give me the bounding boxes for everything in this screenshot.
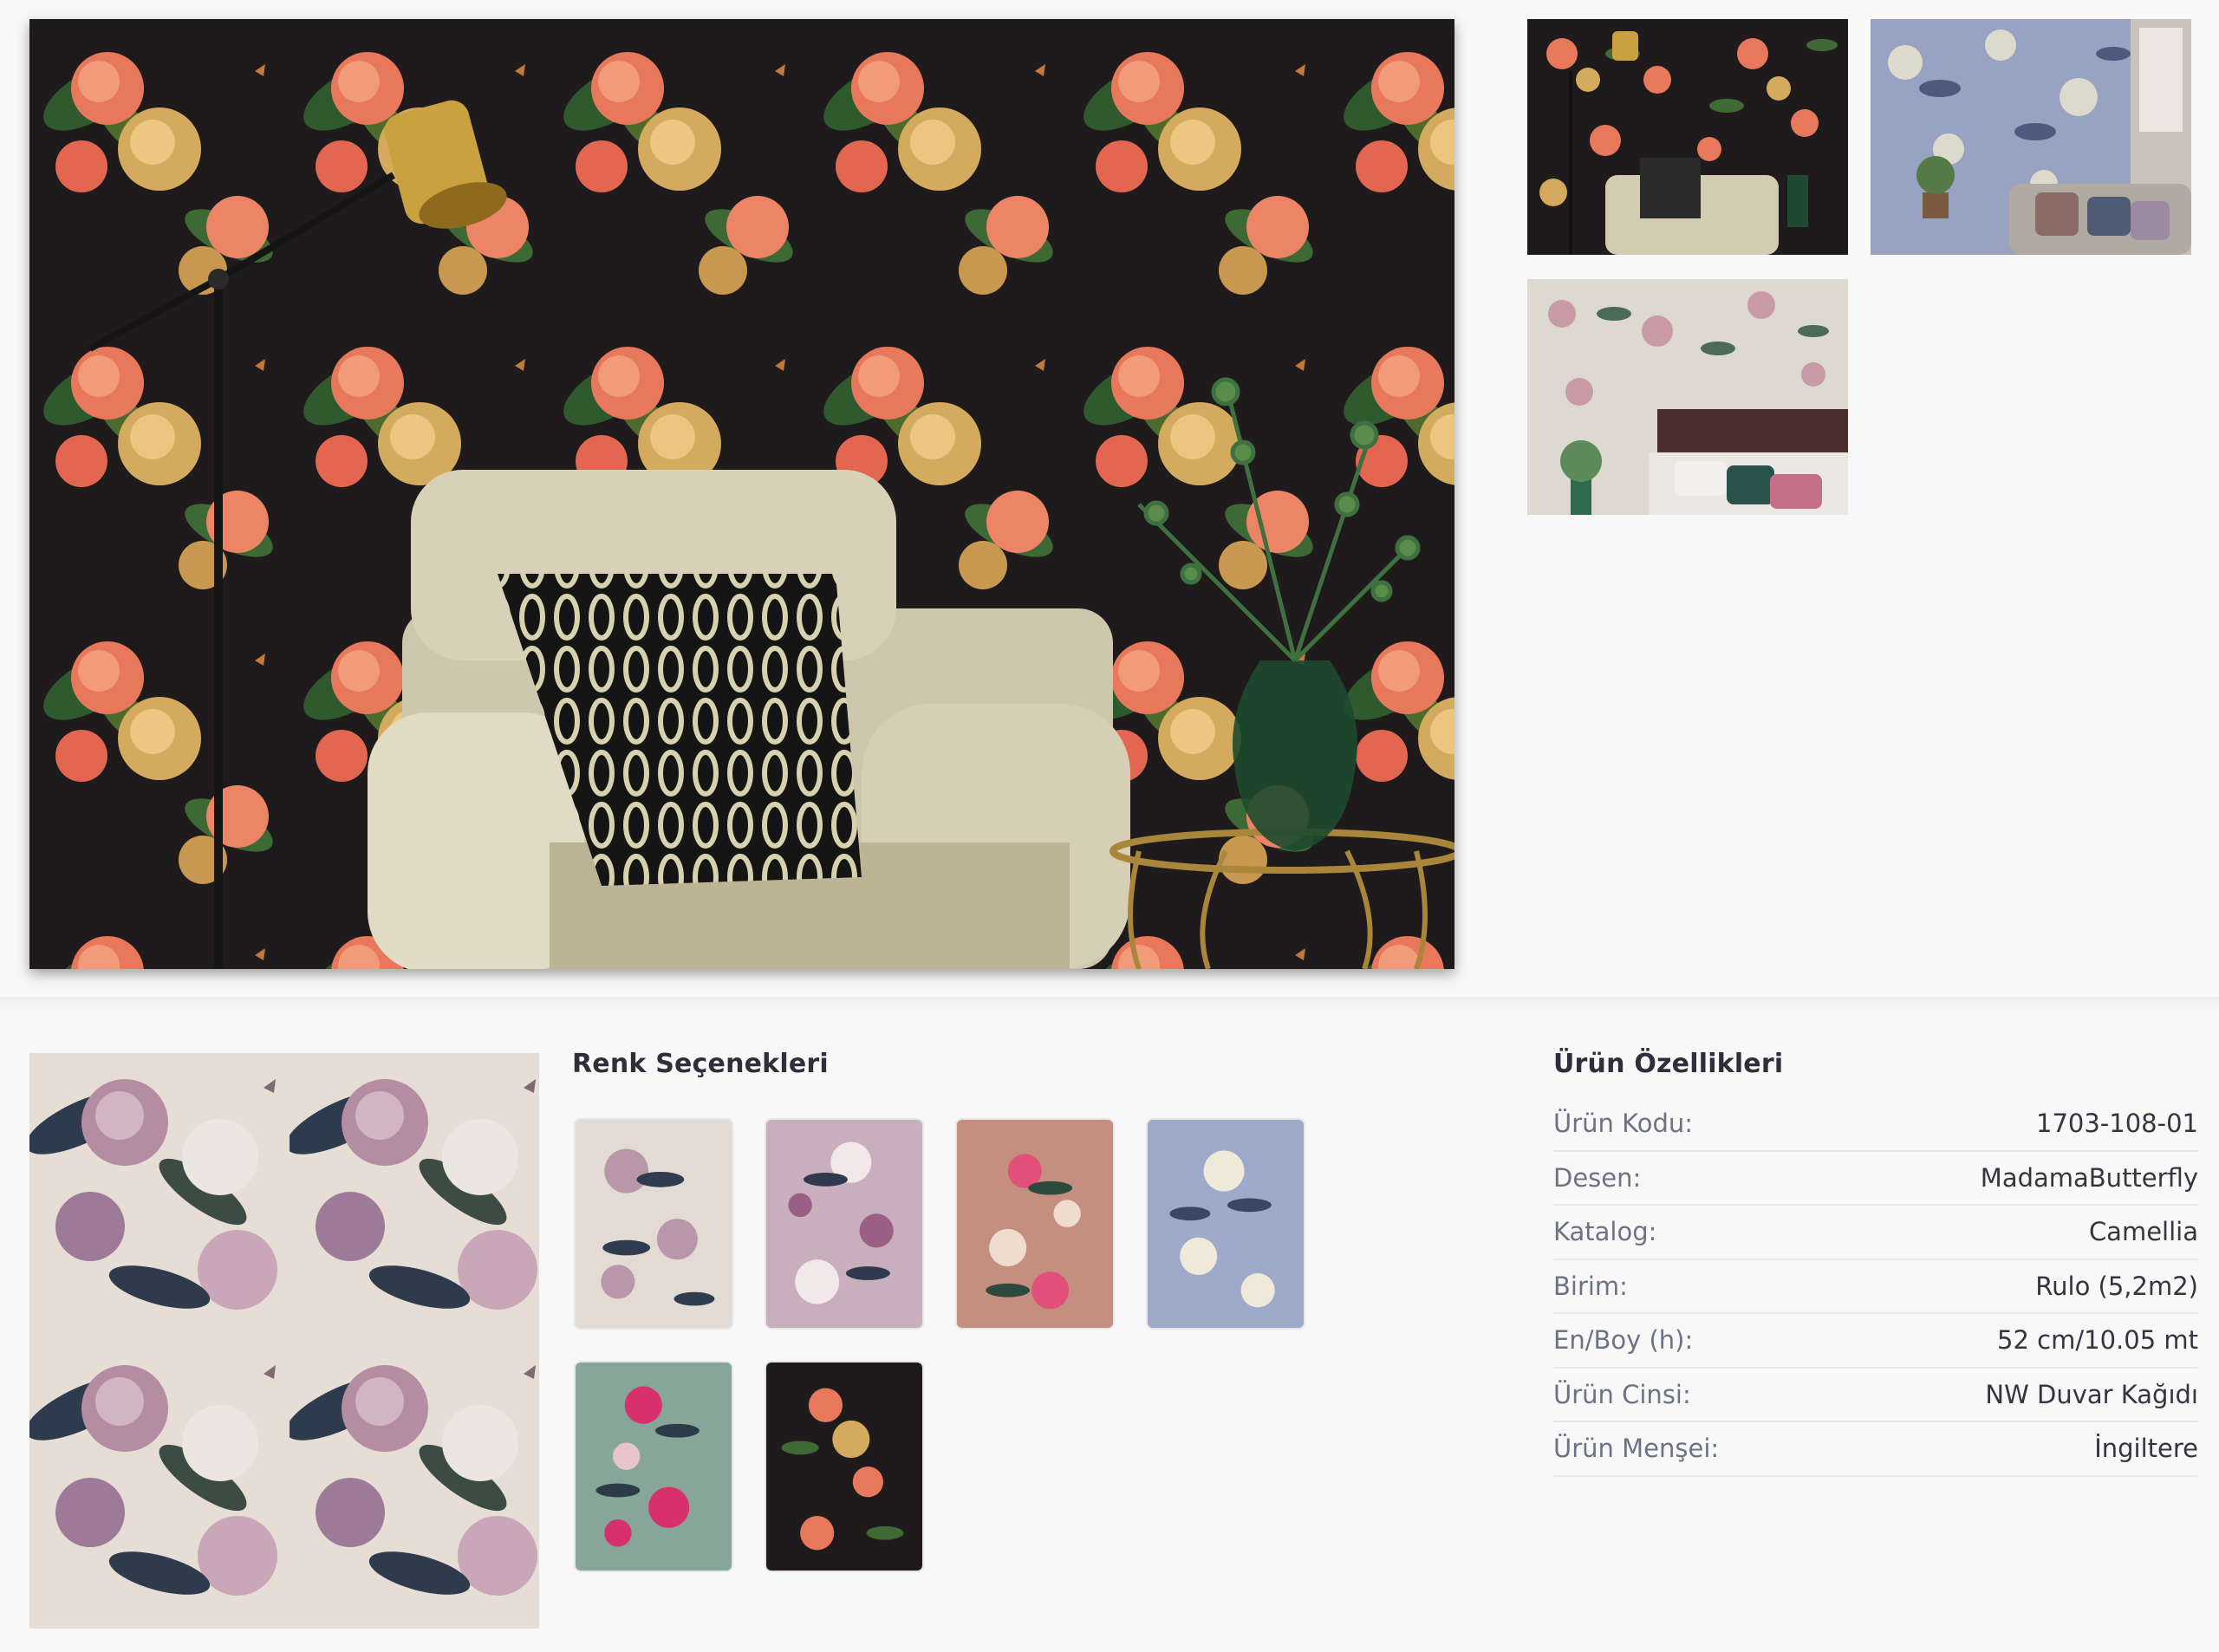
- spec-value: İngiltere: [2094, 1434, 2198, 1464]
- swatch-rose-image: [957, 1120, 1113, 1328]
- thumbnail-blue-room[interactable]: [1871, 19, 2191, 255]
- swatch-cream-image: [576, 1120, 732, 1328]
- spec-value: Camellia: [2088, 1217, 2198, 1247]
- swatch-lilac[interactable]: [765, 1118, 924, 1330]
- spec-value: 52 cm/10.05 mt: [1997, 1325, 2198, 1356]
- spec-label: Ürün Kodu:: [1553, 1109, 1694, 1139]
- spec-row-catalog: Katalog: Camellia: [1553, 1206, 2198, 1260]
- swatch-black[interactable]: [765, 1361, 924, 1572]
- swatch-lilac-image: [766, 1120, 922, 1328]
- swatch-blue-image: [1148, 1120, 1304, 1328]
- thumbnail-dark-room-image: [1527, 19, 1848, 255]
- spec-label: Ürün Cinsi:: [1553, 1379, 1691, 1409]
- pattern-sample-image[interactable]: [29, 1053, 539, 1629]
- thumbnail-dark-room[interactable]: [1527, 19, 1848, 255]
- swatch-teal[interactable]: [574, 1361, 733, 1572]
- thumbnail-blue-room-image: [1871, 19, 2191, 255]
- swatch-cream[interactable]: [574, 1118, 733, 1330]
- spec-value: 1703-108-01: [2036, 1109, 2198, 1139]
- product-specs-table: Ürün Kodu: 1703-108-01 Desen: MadamaButt…: [1553, 1097, 2198, 1477]
- main-product-image[interactable]: [29, 19, 1454, 969]
- main-room-illustration: [29, 19, 1454, 969]
- pattern-sample-illustration: [29, 1053, 539, 1629]
- spec-row-unit: Birim: Rulo (5,2m2): [1553, 1260, 2198, 1314]
- spec-row-origin: Ürün Menşei: İngiltere: [1553, 1422, 2198, 1477]
- spec-label: En/Boy (h):: [1553, 1325, 1694, 1356]
- swatch-black-image: [766, 1363, 922, 1571]
- spec-label: Birim:: [1553, 1271, 1628, 1301]
- spec-label: Katalog:: [1553, 1217, 1657, 1247]
- spec-value: MadamaButterfly: [1980, 1162, 2198, 1193]
- swatch-rose[interactable]: [955, 1118, 1115, 1330]
- swatch-teal-image: [576, 1363, 732, 1571]
- swatch-blue[interactable]: [1146, 1118, 1305, 1330]
- color-options-title: Renk Seçenekleri: [572, 1049, 829, 1079]
- thumbnail-bedroom-image: [1527, 279, 1848, 515]
- product-specs-title: Ürün Özellikleri: [1553, 1049, 1784, 1079]
- spec-value: Rulo (5,2m2): [2035, 1271, 2198, 1301]
- spec-row-pattern: Desen: MadamaButterfly: [1553, 1152, 2198, 1206]
- spec-row-dimensions: En/Boy (h): 52 cm/10.05 mt: [1553, 1314, 2198, 1369]
- spec-row-type: Ürün Cinsi: NW Duvar Kağıdı: [1553, 1369, 2198, 1422]
- spec-label: Ürün Menşei:: [1553, 1434, 1720, 1464]
- section-divider: [0, 997, 2219, 1009]
- spec-value: NW Duvar Kağıdı: [1985, 1379, 2198, 1409]
- spec-row-code: Ürün Kodu: 1703-108-01: [1553, 1097, 2198, 1152]
- spec-label: Desen:: [1553, 1162, 1642, 1193]
- thumbnail-bedroom[interactable]: [1527, 279, 1848, 515]
